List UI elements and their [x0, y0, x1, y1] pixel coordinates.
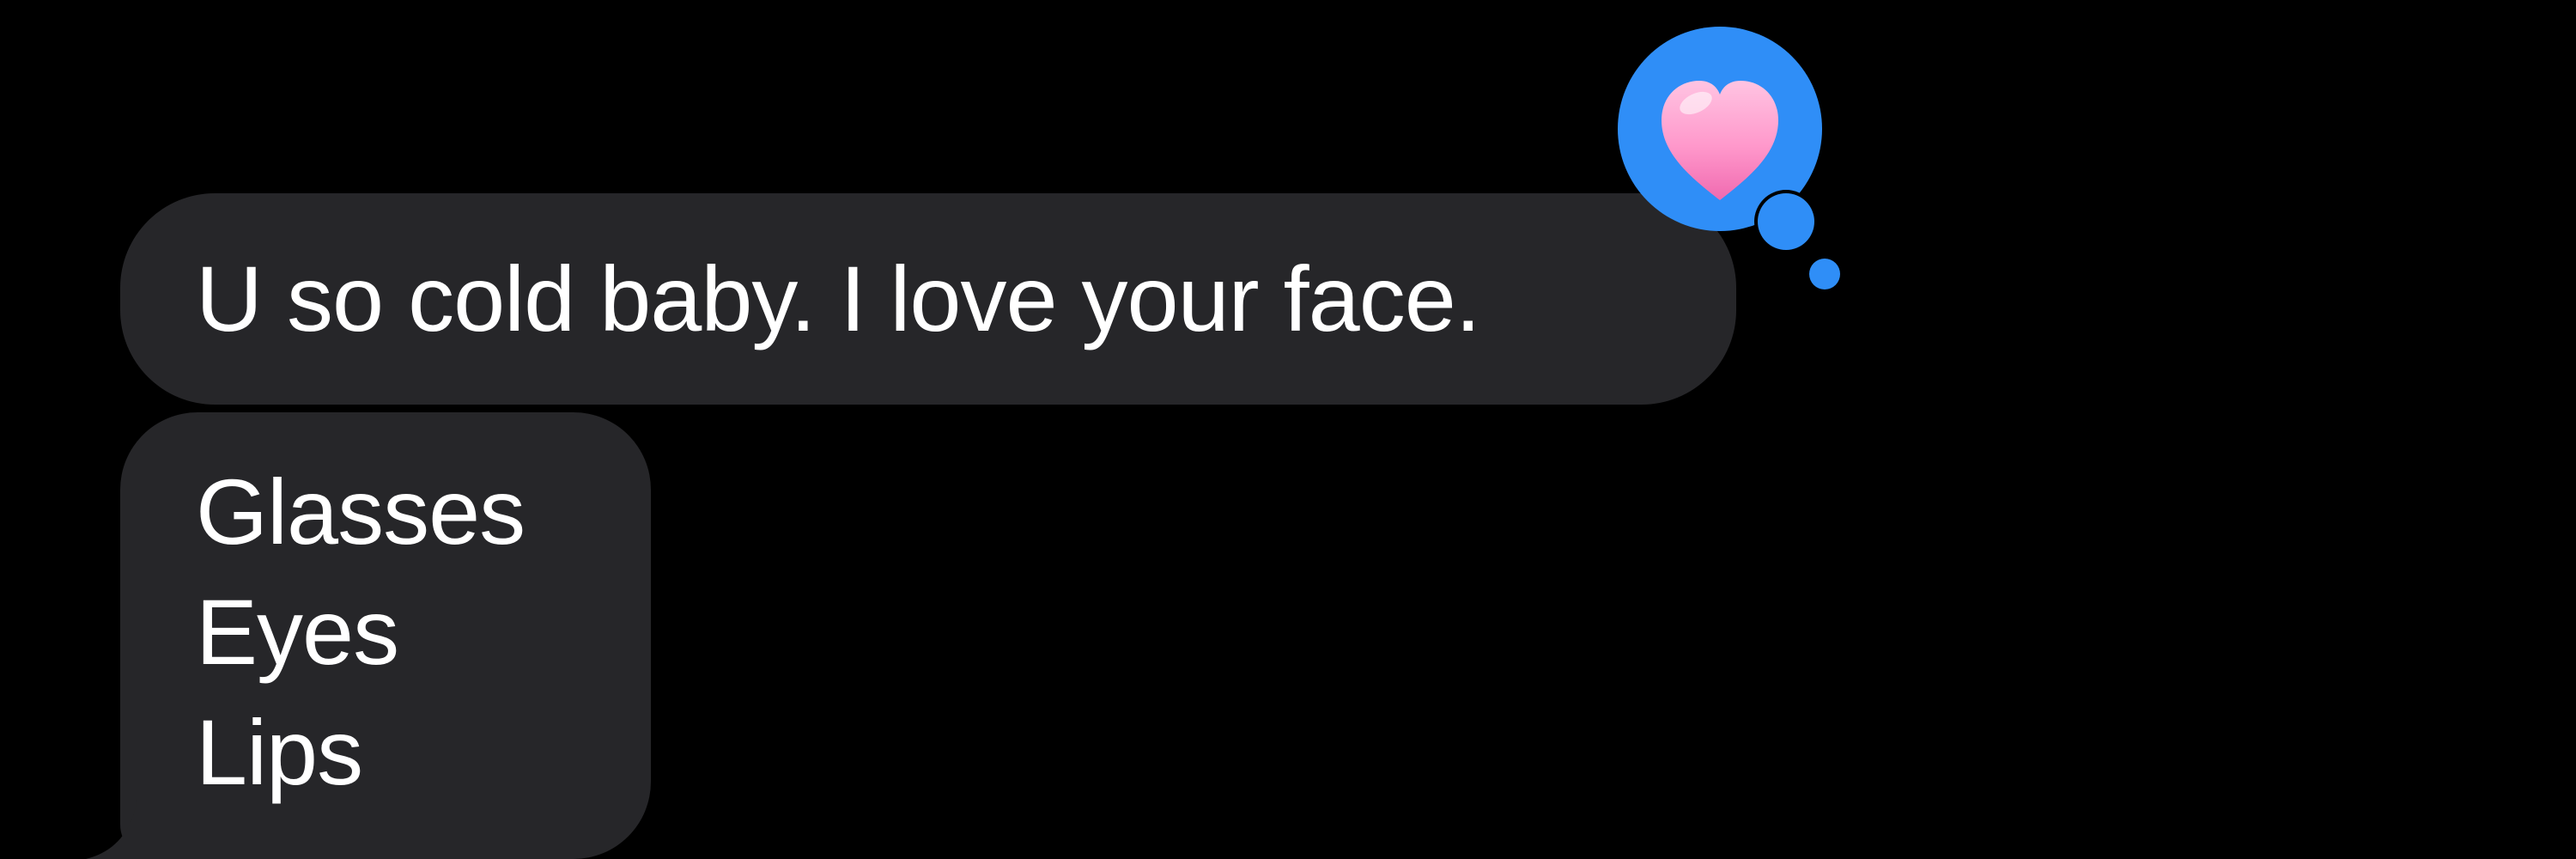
message-line: Lips	[196, 700, 363, 804]
message-line: Eyes	[196, 580, 399, 684]
message-line: Glasses	[196, 460, 526, 564]
message-text: U so cold baby. I love your face.	[196, 247, 1481, 350]
message-bubble[interactable]: U so cold baby. I love your face.	[120, 193, 1736, 405]
bubble-tail	[86, 799, 189, 859]
message-bubble[interactable]: Glasses Eyes Lips	[120, 412, 651, 859]
tapback-reaction[interactable]	[1614, 24, 1923, 308]
